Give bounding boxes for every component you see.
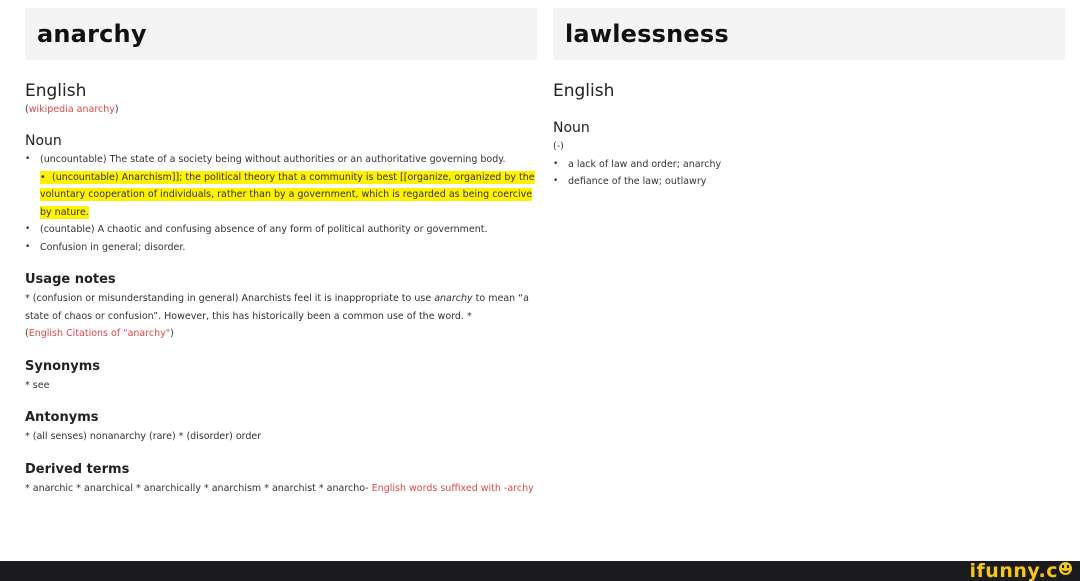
lawlessness-entry: lawlessness English Noun (-) a lack of l… [553,8,1065,191]
definition-item: (countable) A chaotic and confusing abse… [25,221,537,239]
ifunny-logo: ifunny.c [970,561,1072,581]
brand-text: ifunny.c [969,560,1058,581]
paren-close: ) [114,104,119,115]
derived-terms-text: * anarchic * anarchical * anarchically *… [25,480,537,498]
derived-terms-list: * anarchic * anarchical * anarchically *… [25,482,372,494]
usage-notes-section: Usage notes * (confusion or misunderstan… [25,270,537,343]
wikipedia-reference: (wikipedia anarchy) [25,104,537,115]
synonyms-heading: Synonyms [25,358,101,374]
language-heading: English [553,81,615,101]
usage-text-part: * (confusion or misunderstanding in gene… [25,293,435,304]
definition-item-highlighted: • (uncountable) Anarchism]]; the politica… [25,169,537,222]
entry-title: lawlessness [565,20,729,48]
definition-list: (uncountable) The state of a society bei… [25,151,537,256]
definition-item: (uncountable) The state of a society bei… [25,151,537,169]
antonyms-text: * (all senses) nonanarchy (rare) * (diso… [25,431,262,442]
derived-terms-heading: Derived terms [25,461,130,477]
usage-italic-term: anarchy [434,293,473,304]
definition-item: defiance of the law; outlawry [553,173,1065,191]
definition-item: a lack of law and order; anarchy [553,156,1065,174]
highlight-mark: • (uncountable) Anarchism]]; the politica… [40,170,535,219]
definition-item: Confusion in general; disorder. [25,239,537,257]
usage-notes-heading: Usage notes [25,272,116,287]
derived-terms-section: Derived terms * anarchic * anarchical * … [25,460,537,498]
suffix-category-link[interactable]: English words suffixed with -archy [372,483,534,494]
entry-title-box: anarchy [25,8,537,60]
bullet: • [40,171,46,183]
entry-title-box: lawlessness [553,8,1065,60]
antonyms-heading: Antonyms [25,410,99,425]
antonyms-section: Antonyms * (all senses) nonanarchy (rare… [25,408,537,446]
paren-close: ) [170,328,174,339]
noun-heading: Noun [553,120,590,136]
definition-list: a lack of law and order; anarchy defianc… [553,156,1065,191]
citations-link[interactable]: English Citations of "anarchy" [29,328,170,339]
noun-section: Noun (-) a lack of law and order; anarch… [553,118,1065,191]
wikipedia-link[interactable]: wikipedia anarchy [29,104,115,115]
inflection: (-) [553,141,564,152]
noun-section: Noun (uncountable) The state of a societ… [25,131,537,256]
synonyms-section: Synonyms * see [25,357,537,395]
language-heading: English [25,81,87,101]
smiley-icon [1059,562,1072,575]
highlighted-text: (uncountable) Anarchism]]; the political… [40,171,535,218]
anarchy-entry: anarchy English (wikipedia anarchy) Noun… [25,8,537,497]
entry-title: anarchy [37,20,147,48]
synonyms-text: * see [25,379,50,391]
noun-heading: Noun [25,133,62,149]
watermark-bar: ifunny.c [0,561,1080,581]
usage-notes-text: * (confusion or misunderstanding in gene… [25,290,537,343]
